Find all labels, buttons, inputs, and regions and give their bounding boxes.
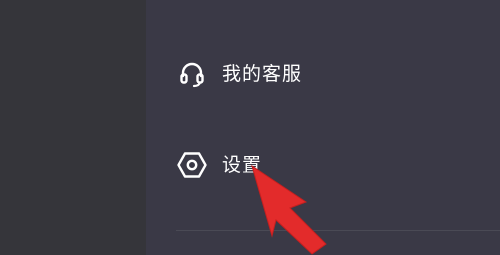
background-panel	[0, 0, 146, 255]
side-drawer: 我的客服 设置	[146, 0, 500, 255]
divider	[176, 230, 500, 231]
menu-label-customer-service: 我的客服	[222, 62, 303, 85]
menu-label-settings: 设置	[222, 153, 263, 176]
menu-item-settings[interactable]: 设置	[176, 145, 476, 185]
menu-item-customer-service[interactable]: 我的客服	[176, 54, 476, 94]
hexagon-gear-icon	[176, 149, 208, 181]
headset-icon	[176, 58, 208, 90]
